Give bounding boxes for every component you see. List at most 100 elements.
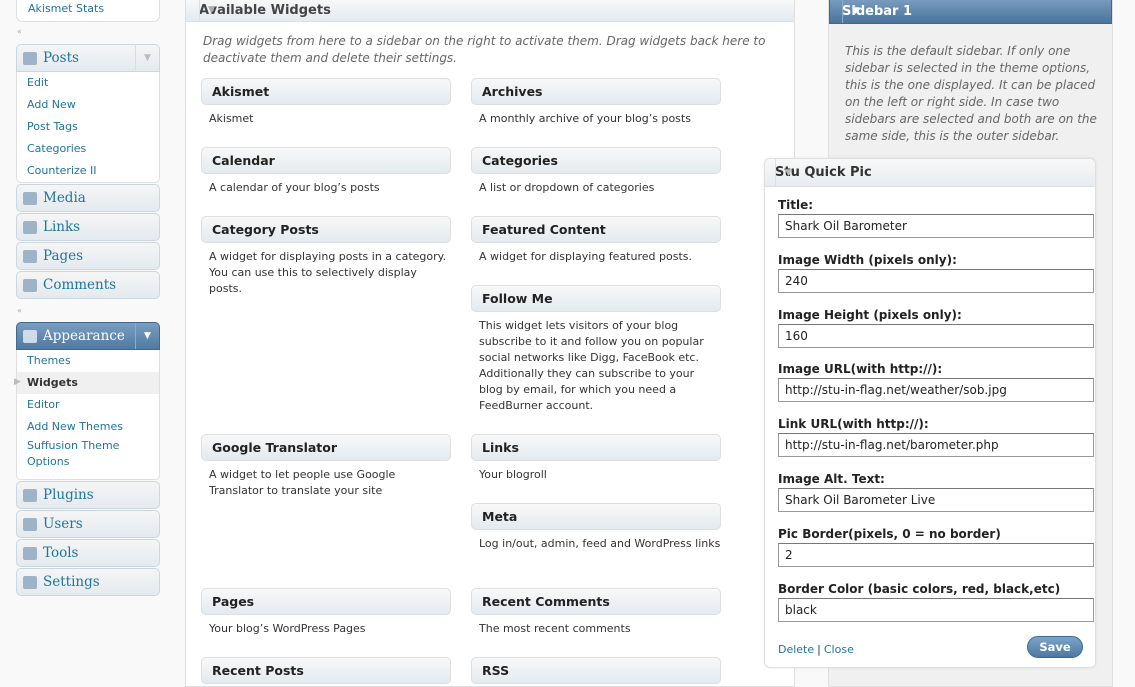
widget-title[interactable]: Follow Me [471, 285, 721, 312]
available-widgets-header[interactable]: Available Widgets ▼ [186, 0, 794, 22]
widget-recent-posts[interactable]: Recent Posts [201, 657, 451, 684]
alt-text-input[interactable] [778, 488, 1094, 512]
submenu-counterize[interactable]: Counterize II [17, 160, 159, 182]
stu-quick-pic-header[interactable]: Stu Quick Pic ▼ [765, 159, 1095, 187]
separator: | [817, 643, 821, 656]
submenu-post-tags[interactable]: Post Tags [17, 116, 159, 138]
menu-appearance-label: Appearance [43, 328, 125, 344]
chevron-down-icon[interactable]: ▼ [135, 45, 159, 71]
admin-menu: Akismet Stats « Posts ▼ Edit Add New Pos… [0, 0, 172, 678]
border-color-input[interactable] [778, 598, 1094, 622]
widget-title[interactable]: Categories [471, 147, 721, 174]
menu-links[interactable]: Links [16, 213, 160, 241]
menu-tools[interactable]: Tools [16, 539, 160, 567]
chevron-down-icon[interactable]: ▼ [775, 159, 801, 187]
sidebar-1-description: This is the default sidebar. If only one… [845, 44, 1097, 143]
submenu-add-new-themes[interactable]: Add New Themes [17, 416, 159, 438]
submenu-editor[interactable]: Editor [17, 394, 159, 416]
menu-posts[interactable]: Posts ▼ [16, 44, 160, 72]
field-title-label: Title: [778, 198, 814, 212]
submenu-add-new[interactable]: Add New [17, 94, 159, 116]
widget-title[interactable]: RSS [471, 657, 721, 684]
field-image-url: Image URL(with http://): [778, 362, 1094, 402]
image-height-input[interactable] [778, 324, 1094, 348]
widget-title[interactable]: Recent Comments [471, 588, 721, 615]
widget-title[interactable]: Google Translator [201, 434, 451, 461]
field-alt-text-label: Image Alt. Text: [778, 472, 885, 486]
widget-featured-content[interactable]: Featured Content A widget for displaying… [471, 216, 721, 265]
field-alt-text: Image Alt. Text: [778, 472, 1094, 512]
image-width-input[interactable] [778, 269, 1094, 293]
widget-meta[interactable]: Meta Log in/out, admin, feed and WordPre… [471, 503, 721, 552]
chevron-down-icon[interactable]: ▼ [842, 0, 868, 23]
title-input[interactable] [778, 214, 1094, 238]
chevron-down-icon[interactable]: ▼ [135, 323, 159, 349]
widget-description: Your blog’s WordPress Pages [209, 622, 366, 635]
widget-rss[interactable]: RSS [471, 657, 721, 684]
menu-users-label: Users [43, 516, 83, 532]
widget-follow-me[interactable]: Follow Me This widget lets visitors of y… [471, 285, 721, 414]
appearance-submenu: Themes Widgets Editor Add New Themes Suf… [16, 350, 160, 480]
close-link[interactable]: Close [824, 643, 854, 656]
widget-title[interactable]: Calendar [201, 147, 451, 174]
tools-icon [23, 547, 37, 560]
widget-links[interactable]: Links Your blogroll [471, 434, 721, 483]
widget-title[interactable]: Featured Content [471, 216, 721, 243]
menu-appearance[interactable]: Appearance ▼ [16, 322, 160, 350]
submenu-widgets[interactable]: Widgets [17, 372, 159, 394]
pic-border-input[interactable] [778, 543, 1094, 567]
widget-pages[interactable]: Pages Your blog’s WordPress Pages [201, 588, 451, 637]
widget-calendar[interactable]: Calendar A calendar of your blog’s posts [201, 147, 451, 196]
widget-description: The most recent comments [479, 622, 631, 635]
save-button[interactable]: Save [1027, 636, 1083, 658]
menu-users[interactable]: Users [16, 510, 160, 538]
widget-description: A widget for displaying posts in a categ… [209, 250, 447, 295]
widget-archives[interactable]: Archives A monthly archive of your blog’… [471, 78, 721, 127]
field-border-color-label: Border Color (basic colors, red, black,e… [778, 582, 1061, 596]
current-arrow-icon: ▶ [14, 377, 21, 387]
widget-categories[interactable]: Categories A list or dropdown of categor… [471, 147, 721, 196]
collapse-arrow-icon[interactable]: « [17, 306, 22, 315]
sidebar-1-header[interactable]: Sidebar 1 ▼ [829, 0, 1112, 24]
stu-quick-pic-widget[interactable]: Stu Quick Pic ▼ Title: Image Width (pixe… [764, 158, 1096, 668]
submenu-edit[interactable]: Edit [17, 72, 159, 94]
menu-item-akismet-stats[interactable]: Akismet Stats [16, 0, 160, 22]
menu-settings[interactable]: Settings [16, 568, 160, 596]
menu-settings-label: Settings [43, 574, 100, 590]
menu-tools-label: Tools [43, 545, 79, 561]
widget-recent-comments[interactable]: Recent Comments The most recent comments [471, 588, 721, 637]
submenu-themes[interactable]: Themes [17, 350, 159, 372]
menu-media[interactable]: Media [16, 184, 160, 212]
widget-description: A list or dropdown of categories [479, 181, 655, 194]
link-url-input[interactable] [778, 433, 1094, 457]
media-icon [23, 192, 37, 205]
delete-link[interactable]: Delete [778, 643, 814, 656]
pages-icon [23, 250, 37, 263]
menu-links-label: Links [43, 219, 81, 235]
chevron-down-icon[interactable]: ▼ [199, 0, 223, 22]
widget-title[interactable]: Archives [471, 78, 721, 105]
collapse-arrow-icon[interactable]: « [17, 27, 22, 36]
field-pic-border: Pic Border(pixels, 0 = no border) [778, 527, 1094, 567]
submenu-suffusion-options[interactable]: Suffusion Theme Options [17, 438, 159, 469]
widget-title[interactable]: Category Posts [201, 216, 451, 243]
widget-title[interactable]: Links [471, 434, 721, 461]
image-url-input[interactable] [778, 378, 1094, 402]
submenu-categories[interactable]: Categories [17, 138, 159, 160]
menu-plugins[interactable]: Plugins [16, 481, 160, 509]
field-title: Title: [778, 198, 1094, 238]
menu-comments-label: Comments [43, 277, 117, 293]
widget-google-translator[interactable]: Google Translator A widget to let people… [201, 434, 451, 499]
menu-pages[interactable]: Pages [16, 242, 160, 270]
field-image-url-label: Image URL(with http://): [778, 362, 943, 376]
field-border-color: Border Color (basic colors, red, black,e… [778, 582, 1094, 622]
widget-akismet[interactable]: Akismet Akismet [201, 78, 451, 127]
widget-title[interactable]: Akismet [201, 78, 451, 105]
widget-title[interactable]: Pages [201, 588, 451, 615]
widget-category-posts[interactable]: Category Posts A widget for displaying p… [201, 216, 451, 297]
pin-icon [23, 52, 37, 65]
widget-title[interactable]: Meta [471, 503, 721, 530]
akismet-stats-link[interactable]: Akismet Stats [28, 2, 104, 15]
widget-title[interactable]: Recent Posts [201, 657, 451, 684]
menu-comments[interactable]: Comments [16, 271, 160, 299]
